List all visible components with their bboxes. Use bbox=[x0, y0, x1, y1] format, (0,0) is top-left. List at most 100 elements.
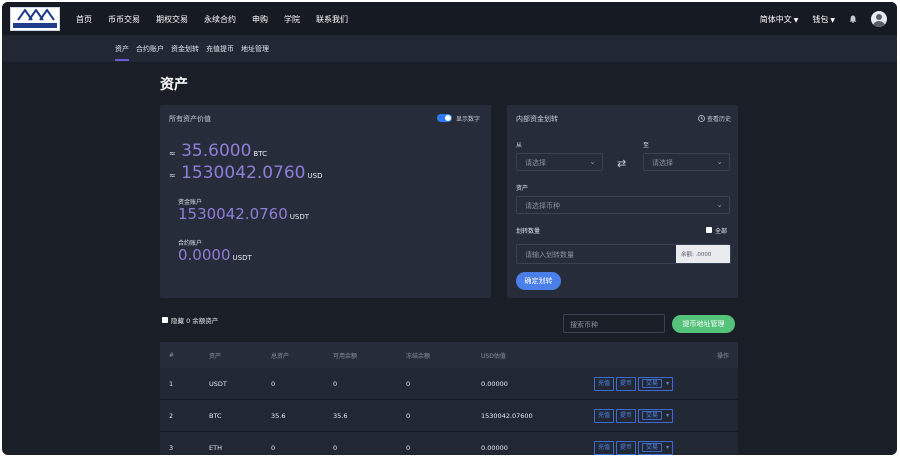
row-frozen: 0 bbox=[406, 411, 411, 420]
bell-icon[interactable] bbox=[849, 15, 857, 23]
fund-account-unit: USDT bbox=[289, 213, 309, 221]
amount-label: 划转数量 bbox=[516, 228, 541, 235]
transfer-all-checkbox[interactable] bbox=[706, 227, 712, 233]
from-placeholder: 请选择 bbox=[525, 159, 546, 167]
show-numbers-toggle[interactable] bbox=[437, 114, 452, 122]
row-total: 0 bbox=[271, 379, 276, 388]
row-actions: 充值 提币 交易 ▾ bbox=[594, 377, 675, 391]
nav-academy[interactable]: 学院 bbox=[284, 14, 300, 25]
approx-sign: ≈ bbox=[169, 171, 176, 180]
sub-navbar: 资产 合约账户 资金划转 充值提币 地址管理 bbox=[2, 36, 897, 62]
to-label: 至 bbox=[643, 142, 650, 149]
usd-total-value: ≈ 1530042.0760 USD bbox=[169, 163, 322, 183]
approx-sign: ≈ bbox=[169, 149, 176, 158]
row-usd: 0.00000 bbox=[481, 379, 508, 388]
chevron-down-icon: ▼ bbox=[830, 16, 835, 24]
nav-subscription[interactable]: 申购 bbox=[252, 14, 268, 25]
col-total: 总资产 bbox=[271, 352, 290, 360]
from-label: 从 bbox=[516, 142, 523, 149]
trade-dropdown-button[interactable]: 交易 ▾ bbox=[638, 409, 673, 423]
subnav-fund-transfer[interactable]: 资金划转 bbox=[171, 36, 199, 62]
row-asset: ETH bbox=[209, 443, 222, 452]
asset-select[interactable]: 请选择币种 ⌄ bbox=[516, 196, 730, 214]
subnav-assets[interactable]: 资产 bbox=[115, 36, 129, 62]
btc-value: 35.6000 bbox=[181, 141, 252, 161]
assets-value-card: 所有资产价值 显示数字 ≈ 35.6000 BTC ≈ 1530042.0760 U… bbox=[160, 105, 491, 298]
language-dropdown[interactable]: 简体中文 ▼ bbox=[760, 14, 799, 25]
trade-dropdown-button[interactable]: 交易 ▾ bbox=[638, 377, 673, 391]
chevron-down-icon: ⌄ bbox=[716, 157, 723, 166]
deposit-button[interactable]: 充值 bbox=[594, 377, 615, 391]
view-history-link[interactable]: 查看历史 bbox=[698, 114, 731, 123]
logo-mark-icon bbox=[17, 9, 55, 21]
chevron-down-icon: ▼ bbox=[793, 16, 799, 24]
transfer-card-title: 内部资金划转 bbox=[516, 115, 558, 123]
withdraw-address-button[interactable]: 提币地址管理 bbox=[672, 315, 735, 333]
to-select[interactable]: 请选择 ⌄ bbox=[643, 153, 730, 171]
nav-perpetual[interactable]: 永续合约 bbox=[204, 14, 236, 25]
row-index: 2 bbox=[169, 411, 174, 420]
withdraw-button[interactable]: 提币 bbox=[616, 377, 637, 391]
subnav-deposit-withdraw[interactable]: 充值提币 bbox=[206, 36, 234, 62]
chevron-down-icon: ⌄ bbox=[716, 200, 723, 209]
row-frozen: 0 bbox=[406, 379, 411, 388]
col-asset: 资产 bbox=[209, 352, 222, 360]
row-frozen: 0 bbox=[406, 443, 411, 452]
hide-zero-label: 隐藏 0 余额资产 bbox=[171, 317, 219, 325]
deposit-button[interactable]: 充值 bbox=[594, 441, 615, 455]
usd-unit: USD bbox=[307, 172, 323, 180]
assets-table: # 资产 总资产 可用余额 冻结余额 USD估值 操作 1 USDT 0 0 0… bbox=[160, 342, 738, 455]
row-available: 35.6 bbox=[333, 411, 348, 420]
table-row: 2 BTC 35.6 35.6 0 1530042.07600 充值 提币 交易… bbox=[160, 400, 738, 432]
app-window: 首页 币币交易 期权交易 永续合约 申购 学院 联系我们 简体中文 ▼ 钱包 ▼ 资… bbox=[2, 2, 897, 455]
withdraw-button[interactable]: 提币 bbox=[616, 409, 637, 423]
withdraw-button[interactable]: 提币 bbox=[616, 441, 637, 455]
balance-box: 余额: .0000 bbox=[676, 245, 730, 263]
row-index: 1 bbox=[169, 379, 174, 388]
main-nav: 首页 币币交易 期权交易 永续合约 申购 学院 联系我们 bbox=[76, 2, 364, 36]
nav-home[interactable]: 首页 bbox=[76, 14, 92, 25]
row-available: 0 bbox=[333, 379, 338, 388]
confirm-transfer-button[interactable]: 确定划转 bbox=[516, 272, 561, 290]
user-avatar[interactable] bbox=[871, 11, 887, 27]
subnav-contract-account[interactable]: 合约账户 bbox=[136, 36, 164, 62]
nav-contact[interactable]: 联系我们 bbox=[316, 14, 348, 25]
btc-unit: BTC bbox=[253, 150, 267, 158]
fund-account-amount: 1530042.0760 bbox=[178, 205, 288, 223]
amount-placeholder: 请输入划转数量 bbox=[525, 251, 574, 259]
contract-account-value: 0.0000 USDT bbox=[178, 246, 252, 264]
usd-value: 1530042.0760 bbox=[181, 163, 306, 183]
hide-zero-balance[interactable]: 隐藏 0 余额资产 bbox=[162, 315, 218, 325]
row-available: 0 bbox=[333, 443, 338, 452]
amount-input[interactable]: 请输入划转数量 余额: .0000 bbox=[516, 244, 731, 264]
btc-total-value: ≈ 35.6000 BTC bbox=[169, 141, 267, 161]
internal-transfer-card: 内部资金划转 查看历史 从 至 请选择 ⌄ ⇄ 请选择 ⌄ 资产 请选择币种 ⌄… bbox=[507, 105, 738, 298]
language-label: 简体中文 bbox=[759, 14, 792, 24]
nav-right: 简体中文 ▼ 钱包 ▼ bbox=[746, 2, 887, 36]
row-asset: BTC bbox=[209, 411, 222, 420]
from-select[interactable]: 请选择 ⌄ bbox=[516, 153, 603, 171]
coin-search-input[interactable]: 搜索币种 bbox=[563, 314, 665, 333]
col-available: 可用余额 bbox=[333, 352, 358, 360]
nav-options-trading[interactable]: 期权交易 bbox=[156, 14, 188, 25]
brand-logo[interactable] bbox=[10, 7, 60, 31]
trade-dropdown-button[interactable]: 交易 ▾ bbox=[638, 441, 673, 455]
nav-spot-trading[interactable]: 币币交易 bbox=[108, 14, 140, 25]
row-index: 3 bbox=[169, 443, 174, 452]
deposit-button[interactable]: 充值 bbox=[594, 409, 615, 423]
asset-label: 资产 bbox=[516, 185, 529, 192]
swap-arrows-icon[interactable]: ⇄ bbox=[617, 157, 626, 170]
chevron-down-icon: ⌄ bbox=[589, 157, 596, 166]
fund-account-value: 1530042.0760 USDT bbox=[178, 205, 309, 223]
row-usd: 0.00000 bbox=[481, 443, 508, 452]
col-actions: 操作 bbox=[716, 352, 729, 360]
top-navbar: 首页 币币交易 期权交易 永续合约 申购 学院 联系我们 简体中文 ▼ 钱包 ▼ bbox=[2, 2, 897, 36]
trade-label: 交易 bbox=[642, 411, 663, 420]
subnav-address-management[interactable]: 地址管理 bbox=[241, 36, 269, 62]
show-numbers-label: 显示数字 bbox=[456, 116, 481, 123]
col-usd: USD估值 bbox=[481, 352, 506, 360]
hide-zero-checkbox[interactable] bbox=[162, 317, 168, 323]
contract-account-amount: 0.0000 bbox=[178, 246, 231, 264]
wallet-dropdown[interactable]: 钱包 ▼ bbox=[812, 14, 835, 25]
row-asset: USDT bbox=[209, 379, 227, 388]
